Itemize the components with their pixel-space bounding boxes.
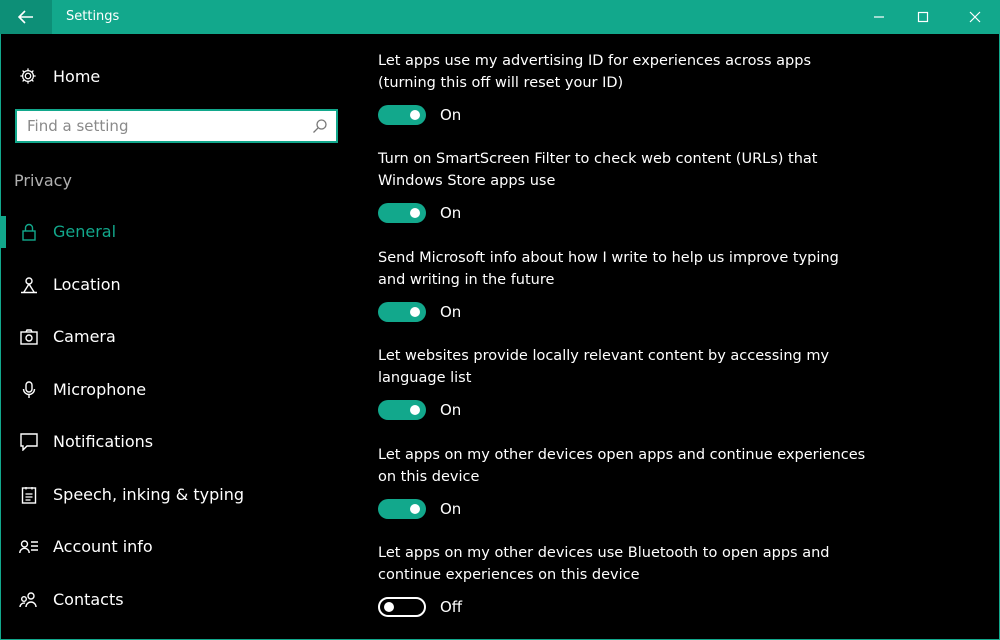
maximize-button[interactable]: [900, 0, 946, 34]
sidebar-item-location[interactable]: Location: [1, 265, 351, 305]
active-indicator: [1, 216, 6, 248]
setting-advertising-id: Let apps use my advertising ID for exper…: [378, 50, 978, 125]
toggle-row: On: [378, 203, 461, 223]
sidebar-item-contacts[interactable]: Contacts: [1, 580, 351, 620]
toggle-knob: [384, 602, 394, 612]
sidebar-item-label: Account info: [53, 537, 153, 556]
toggle-state-label: On: [440, 303, 462, 321]
home-link[interactable]: Home: [19, 64, 100, 88]
search-input[interactable]: [27, 116, 307, 136]
sidebar-item-label: General: [53, 222, 117, 241]
toggle-knob: [410, 110, 420, 120]
setting-description: Let apps on my other devices open apps a…: [378, 447, 866, 485]
microphone-icon: [19, 380, 39, 400]
title-bar: Settings: [0, 0, 1000, 34]
sidebar-item-label: Notifications: [53, 432, 154, 451]
setting-bluetooth: Let apps on my other devices use Bluetoo…: [378, 542, 978, 617]
sidebar-item-label: Camera: [53, 327, 116, 346]
toggle-row: On: [378, 400, 461, 420]
smartscreen-toggle[interactable]: [378, 203, 426, 223]
toggle-knob: [410, 504, 420, 514]
setting-description: Let apps use my advertising ID for exper…: [378, 53, 812, 91]
sidebar-item-label: Microphone: [53, 380, 147, 399]
sidebar-item-label: Location: [53, 275, 121, 294]
toggle-row: On: [378, 499, 461, 519]
settings-window: Home Privacy General: [0, 34, 1000, 640]
toggle-knob: [410, 307, 420, 317]
sidebar-item-label: Contacts: [53, 590, 124, 609]
close-icon: [969, 11, 981, 23]
sidebar-item-microphone[interactable]: Microphone: [1, 370, 351, 410]
bluetooth-toggle[interactable]: [378, 597, 426, 617]
toggle-state-label: On: [440, 401, 462, 419]
sidebar: Home Privacy General: [1, 34, 351, 640]
contacts-icon: [19, 590, 39, 610]
back-arrow-icon: [18, 10, 33, 24]
toggle-state-label: On: [440, 106, 462, 124]
home-label: Home: [53, 66, 101, 86]
minimize-button[interactable]: [856, 0, 902, 34]
typing-info-toggle[interactable]: [378, 302, 426, 322]
gear-icon: [20, 68, 36, 84]
toggle-row: Off: [378, 597, 462, 617]
maximize-icon: [917, 11, 929, 23]
setting-description: Let websites provide locally relevant co…: [378, 348, 830, 386]
sidebar-item-label: Speech, inking & typing: [53, 485, 244, 504]
speech-icon: [19, 485, 39, 505]
setting-description: Turn on SmartScreen Filter to check web …: [378, 151, 818, 189]
setting-description: Let apps on my other devices use Bluetoo…: [378, 545, 830, 583]
camera-icon: [19, 327, 39, 347]
sidebar-item-camera[interactable]: Camera: [1, 317, 351, 357]
setting-description: Send Microsoft info about how I write to…: [378, 250, 839, 288]
toggle-knob: [410, 405, 420, 415]
section-label-privacy: Privacy: [14, 171, 72, 190]
toggle-knob: [410, 208, 420, 218]
window-title: Settings: [66, 9, 120, 24]
back-button[interactable]: [0, 0, 52, 34]
language-list-toggle[interactable]: [378, 400, 426, 420]
search-icon[interactable]: [312, 118, 328, 138]
toggle-row: On: [378, 105, 461, 125]
close-button[interactable]: [952, 0, 998, 34]
advertising-id-toggle[interactable]: [378, 105, 426, 125]
setting-other-devices: Let apps on my other devices open apps a…: [378, 444, 978, 519]
minimize-icon: [874, 16, 884, 18]
toggle-state-label: Off: [440, 598, 463, 616]
setting-typing-info: Send Microsoft info about how I write to…: [378, 247, 978, 322]
sidebar-item-speech[interactable]: Speech, inking & typing: [1, 475, 351, 515]
sidebar-item-account-info[interactable]: Account info: [1, 527, 351, 567]
sidebar-item-notifications[interactable]: Notifications: [1, 422, 351, 462]
toggle-state-label: On: [440, 204, 462, 222]
toggle-row: On: [378, 302, 461, 322]
toggle-state-label: On: [440, 500, 462, 518]
notifications-icon: [19, 432, 39, 452]
account-info-icon: [19, 537, 39, 557]
other-devices-toggle[interactable]: [378, 499, 426, 519]
lock-icon: [19, 222, 39, 242]
setting-smartscreen: Turn on SmartScreen Filter to check web …: [378, 148, 978, 223]
search-box[interactable]: [15, 109, 338, 143]
location-icon: [19, 275, 39, 295]
setting-language-list: Let websites provide locally relevant co…: [378, 345, 978, 420]
sidebar-item-general[interactable]: General: [1, 212, 351, 252]
